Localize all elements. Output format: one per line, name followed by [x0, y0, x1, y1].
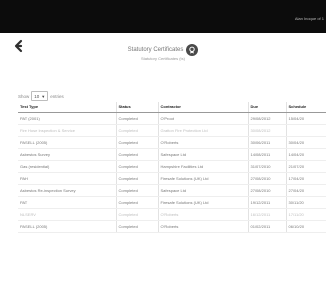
cell-due: 19/12/2011 [247, 196, 286, 209]
table-header-row: Test Type Status Contractor Due Schedule [18, 102, 326, 113]
table-row[interactable]: Asbestos Survey Completed Safespace Ltd … [18, 148, 326, 161]
column-header-schedule[interactable]: Schedule [285, 102, 326, 113]
table-row[interactable]: PAT (2001) Completed O'Proot 29/08/2012 … [18, 112, 326, 125]
cell-schedule: 06/10/20 [285, 220, 326, 233]
table-row[interactable]: PAH Completed Firesafe Solutions (UK) Lt… [18, 172, 326, 185]
entries-label: entries [50, 93, 64, 99]
cell-test-type: PAT (2001) [18, 112, 116, 125]
cell-contractor: O'Roberts [157, 208, 248, 221]
certificate-icon [189, 46, 196, 54]
table-row[interactable]: NLSERV Completed O'Roberts 16/12/2011 17… [18, 208, 326, 221]
page-length-control: Show 10 ▼ entries [18, 91, 64, 101]
cell-test-type: Asbestos Survey [18, 148, 116, 161]
cell-schedule [285, 124, 326, 137]
cell-test-type: PASELL (2005) [18, 136, 116, 149]
page-length-value: 10 [34, 93, 40, 99]
cell-status: Completed [115, 112, 158, 125]
cell-status: Completed [115, 148, 158, 161]
page-length-select[interactable]: 10 ▼ [31, 91, 49, 101]
cell-due: 27/08/2010 [247, 172, 286, 185]
table-row[interactable]: PASELL (2005) Completed O'Roberts 01/02/… [18, 220, 326, 233]
cell-due: 14/08/2011 [247, 148, 286, 161]
user-menu[interactable]: Alan Inoque of 1 [295, 16, 324, 21]
cell-contractor: O'Roberts [157, 220, 248, 233]
cell-status: Completed [115, 160, 158, 173]
cell-status: Completed [115, 172, 158, 185]
cell-test-type: PAT [18, 196, 116, 209]
cell-due: 31/07/2010 [247, 160, 286, 173]
show-label: Show [18, 93, 30, 99]
certificate-badge [186, 44, 199, 56]
cell-contractor: Firesafe Solutions (UK) Ltd [157, 172, 248, 185]
cell-schedule: 17/04/20 [285, 172, 326, 185]
column-header-status[interactable]: Status [115, 102, 158, 113]
cell-test-type: PAH [18, 172, 116, 185]
page-subtitle: Statutory Certificates (ts) [140, 56, 185, 61]
cell-test-type: Gas (residential) [18, 160, 116, 173]
cell-schedule: 17/11/20 [285, 208, 326, 221]
column-header-test-type[interactable]: Test Type [18, 102, 116, 113]
cell-schedule: 21/07/20 [285, 160, 326, 173]
cell-due: 30/08/2012 [247, 124, 286, 137]
cell-status: Completed [115, 184, 158, 197]
cell-test-type: Asbestos Re-inspection Survey [18, 184, 116, 197]
cell-due: 16/12/2011 [247, 208, 286, 221]
cell-status: Completed [115, 124, 158, 137]
column-header-contractor[interactable]: Contractor [157, 102, 248, 113]
table-row[interactable]: PAT Completed Firesafe Solutions (UK) Lt… [18, 196, 326, 209]
table-row[interactable]: Gas (residential) Completed Hampshire Fa… [18, 160, 326, 173]
cell-schedule: 27/04/20 [285, 184, 326, 197]
page-header: Statutory Certificates Statutory Certifi… [0, 38, 326, 61]
cell-due: 29/08/2012 [247, 112, 286, 125]
cell-test-type: NLSERV [18, 208, 116, 221]
cell-contractor: O'Roberts [157, 136, 248, 149]
page-title: Statutory Certificates [127, 47, 184, 53]
cell-due: 01/02/2011 [247, 220, 286, 233]
column-header-due[interactable]: Due [247, 102, 286, 113]
caret-down-icon: ▼ [41, 93, 46, 99]
table-row[interactable]: Fire Hose Inspection & Service Completed… [18, 124, 326, 137]
cell-due: 27/08/2010 [247, 184, 286, 197]
cell-status: Completed [115, 136, 158, 149]
cell-contractor: Hampshire Facilities Ltd [157, 160, 248, 173]
cell-status: Completed [115, 196, 158, 209]
cell-schedule: 30/04/20 [285, 136, 326, 149]
cell-schedule: 30/11/20 [285, 196, 326, 209]
cell-contractor: O'Proot [157, 112, 248, 125]
cell-status: Completed [115, 220, 158, 233]
top-bar: Alan Inoque of 1 [0, 0, 326, 33]
cell-schedule: 14/04/20 [285, 148, 326, 161]
cell-contractor: Safespace Ltd [157, 148, 248, 161]
cell-due: 30/06/2011 [247, 136, 286, 149]
cell-test-type: Fire Hose Inspection & Service [18, 124, 116, 137]
cell-test-type: PASELL (2005) [18, 220, 116, 233]
cell-schedule: 15/04/20 [285, 112, 326, 125]
cell-contractor: Gratton Fire Protection Ltd [157, 124, 248, 137]
certificates-table: Test Type Status Contractor Due Schedule… [18, 102, 326, 233]
table-row[interactable]: PASELL (2005) Completed O'Roberts 30/06/… [18, 136, 326, 149]
cell-contractor: Safespace Ltd [157, 184, 248, 197]
table-row[interactable]: Asbestos Re-inspection Survey Completed … [18, 184, 326, 197]
cell-contractor: Firesafe Solutions (UK) Ltd [157, 196, 248, 209]
cell-status: Completed [115, 208, 158, 221]
